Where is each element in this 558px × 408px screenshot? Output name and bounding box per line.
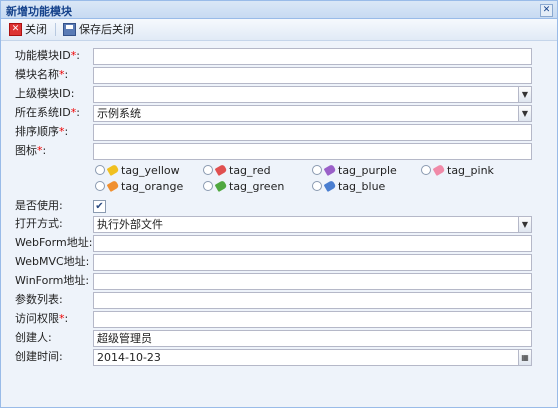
tag-blue-icon: [323, 180, 337, 192]
tag-orange-icon: [106, 180, 120, 192]
tag-purple-icon: [323, 164, 337, 176]
close-button-label: 关闭: [25, 23, 47, 36]
radio-button[interactable]: [95, 181, 105, 191]
module-name-input[interactable]: [93, 67, 532, 84]
label-webform-url: WebForm地址:: [15, 236, 93, 249]
webmvc-url-input[interactable]: [93, 254, 532, 271]
enabled-checkbox[interactable]: ✔: [93, 200, 106, 213]
icon-option-tag-pink[interactable]: tag_pink: [421, 163, 494, 177]
label-sort-order: 排序顺序*:: [15, 125, 69, 138]
module-form: 功能模块ID*: 模块名称*: 上级模块ID: ▼ 所在系统ID*: 示例系统 …: [1, 41, 557, 407]
chevron-down-icon[interactable]: ▼: [518, 217, 531, 232]
label-created-at: 创建时间:: [15, 350, 63, 363]
label-open-mode: 打开方式:: [15, 217, 63, 230]
save-close-button[interactable]: 保存后关闭: [63, 22, 134, 37]
label-parent-id: 上级模块ID:: [15, 87, 75, 100]
system-id-value: 示例系统: [97, 107, 141, 120]
label-enabled: 是否使用:: [15, 199, 63, 212]
module-id-input[interactable]: [93, 48, 532, 65]
icon-option-tag-yellow[interactable]: tag_yellow: [95, 163, 180, 177]
label-params: 参数列表:: [15, 293, 63, 306]
window-titlebar: 新增功能模块 ✕: [1, 1, 557, 19]
label-module-name: 模块名称*:: [15, 68, 69, 81]
webform-url-input[interactable]: [93, 235, 532, 252]
access-input[interactable]: [93, 311, 532, 328]
chevron-down-icon[interactable]: ▼: [518, 106, 531, 121]
calendar-icon[interactable]: ▦: [518, 350, 531, 365]
open-mode-value: 执行外部文件: [97, 218, 163, 231]
save-close-button-label: 保存后关闭: [79, 23, 134, 36]
creator-input[interactable]: 超级管理员: [93, 330, 532, 347]
tag-green-icon: [214, 180, 228, 192]
label-module-id: 功能模块ID*:: [15, 49, 80, 62]
tag-pink-icon: [432, 164, 446, 176]
icon-option-tag-orange[interactable]: tag_orange: [95, 179, 183, 193]
system-id-combo[interactable]: 示例系统 ▼: [93, 105, 532, 122]
parent-id-combo[interactable]: ▼: [93, 86, 532, 103]
window-title: 新增功能模块: [6, 5, 72, 18]
label-webmvc-url: WebMVC地址:: [15, 255, 90, 268]
sort-order-input[interactable]: [93, 124, 532, 141]
chevron-down-icon[interactable]: ▼: [518, 87, 531, 102]
icon-option-tag-red[interactable]: tag_red: [203, 163, 271, 177]
save-icon: [63, 23, 76, 36]
module-window: 新增功能模块 ✕ ✕ 关闭 保存后关闭 功能模块ID*: 模块名称*: 上级模块…: [0, 0, 558, 408]
label-creator: 创建人:: [15, 331, 52, 344]
icon-input[interactable]: [93, 143, 532, 160]
radio-button[interactable]: [312, 165, 322, 175]
radio-button[interactable]: [421, 165, 431, 175]
label-winform-url: WinForm地址:: [15, 274, 90, 287]
icon-option-tag-blue[interactable]: tag_blue: [312, 179, 385, 193]
tag-yellow-icon: [106, 164, 120, 176]
label-icon: 图标*:: [15, 144, 47, 157]
label-system-id: 所在系统ID*:: [15, 106, 80, 119]
created-at-value: 2014-10-23: [97, 351, 161, 364]
radio-button[interactable]: [95, 165, 105, 175]
winform-url-input[interactable]: [93, 273, 532, 290]
icon-option-tag-green[interactable]: tag_green: [203, 179, 284, 193]
window-close-icon[interactable]: ✕: [540, 4, 553, 17]
open-mode-combo[interactable]: 执行外部文件 ▼: [93, 216, 532, 233]
icon-option-tag-purple[interactable]: tag_purple: [312, 163, 397, 177]
close-button[interactable]: ✕ 关闭: [9, 22, 47, 37]
close-icon: ✕: [9, 23, 22, 36]
radio-button[interactable]: [203, 181, 213, 191]
created-at-datefield[interactable]: 2014-10-23 ▦: [93, 349, 532, 366]
radio-button[interactable]: [203, 165, 213, 175]
label-access: 访问权限*:: [15, 312, 69, 325]
radio-button[interactable]: [312, 181, 322, 191]
params-input[interactable]: [93, 292, 532, 309]
toolbar-separator: [55, 23, 56, 36]
toolbar: ✕ 关闭 保存后关闭: [1, 19, 557, 41]
tag-red-icon: [214, 164, 228, 176]
